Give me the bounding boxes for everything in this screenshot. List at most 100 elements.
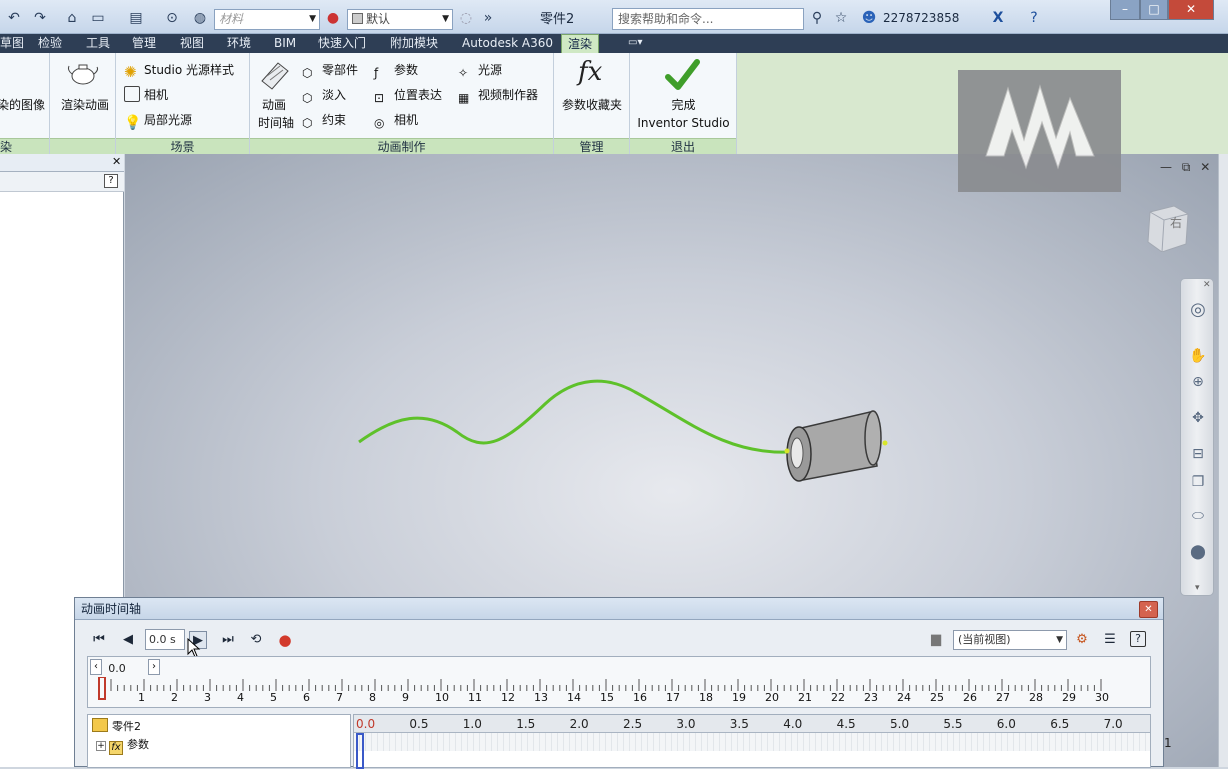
tree-child-item[interactable]: + fx 参数 — [96, 736, 149, 755]
video-producer-button[interactable]: ▦ 视频制作器 — [458, 86, 538, 107]
look-around-icon[interactable]: ⬤ — [1189, 543, 1207, 561]
tab-a360[interactable]: Autodesk A360 — [462, 34, 553, 53]
more-icon[interactable]: » — [478, 8, 498, 28]
view-select[interactable]: (当前视图) ▼ — [953, 630, 1067, 650]
maximize-button[interactable]: □ — [1140, 0, 1168, 20]
camera-anim-button[interactable]: ◎ 相机 — [374, 111, 418, 132]
param-favorites-label[interactable]: 参数收藏夹 — [556, 97, 628, 114]
expand-icon[interactable]: + — [96, 741, 106, 751]
component-anim-button[interactable]: ⬡ 零部件 — [302, 61, 358, 82]
orbit-icon[interactable]: ✥ — [1189, 409, 1207, 427]
undo-icon[interactable]: ↶ — [4, 8, 24, 28]
viewcube-icon — [1147, 205, 1189, 253]
animation-track-area[interactable]: 0.0 0.5 1.0 1.5 2.0 2.5 3.0 3.5 4.0 4.5 5.0 5.5 6.0 6… — [353, 714, 1151, 769]
browser-help-icon[interactable]: ? — [104, 174, 118, 188]
camera-view-icon[interactable]: ▆ — [927, 631, 945, 649]
timeline-label-2[interactable]: 时间轴 — [254, 115, 298, 132]
viewport-minimize-icon[interactable]: — — [1160, 160, 1172, 174]
panel-toggle-icon[interactable]: ▭▾ — [628, 34, 642, 53]
exchange-icon[interactable]: X — [988, 8, 1008, 28]
viewport-close-icon[interactable]: ✕ — [1200, 160, 1210, 174]
viewcube[interactable]: 右 — [1144, 200, 1192, 253]
clear-override-icon[interactable]: ◌ — [456, 8, 476, 28]
timeline-icon[interactable] — [258, 59, 292, 91]
tab-sketch[interactable]: 草图 — [0, 34, 24, 53]
timeline-help-icon[interactable]: ? — [1130, 631, 1146, 647]
tab-getting-started[interactable]: 快速入门 — [318, 34, 366, 53]
render-animation-label[interactable]: 渲染动画 — [56, 97, 114, 114]
manage-group-label: 管理 — [554, 138, 629, 154]
record-icon[interactable]: ● — [276, 631, 294, 649]
track-playhead[interactable] — [356, 733, 364, 769]
viewport-scrollbar[interactable] — [1218, 154, 1228, 767]
play-reverse-icon[interactable]: ◀ — [119, 631, 137, 649]
go-to-end-icon[interactable]: ⏭ — [219, 631, 237, 649]
close-button[interactable]: ✕ — [1168, 0, 1214, 20]
light-anim-button[interactable]: ✧ 光源 — [458, 61, 502, 82]
view-select-value: (当前视图) — [958, 633, 1011, 646]
view-face-icon[interactable]: ❐ — [1189, 473, 1207, 491]
steering-wheel-icon[interactable]: ◎ — [1189, 301, 1207, 319]
pan-icon[interactable]: ✋ — [1189, 347, 1207, 365]
ruler-label: 16 — [633, 691, 647, 704]
zoom-icon[interactable]: ⊕ — [1189, 373, 1207, 391]
parameter-anim-button[interactable]: ƒ 参数 — [374, 61, 418, 82]
appearance-combo[interactable]: 默认 ▼ — [347, 9, 453, 30]
minimize-button[interactable]: – — [1110, 0, 1140, 20]
fade-button[interactable]: ⬡ 淡入 — [302, 86, 346, 107]
teapot-icon[interactable] — [66, 57, 100, 89]
time-input[interactable]: 0.0 s — [145, 629, 185, 650]
help-icon[interactable]: ? — [1024, 8, 1044, 28]
look-at-icon[interactable]: ⊟ — [1189, 445, 1207, 463]
redo-icon[interactable]: ↷ — [30, 8, 50, 28]
tab-addins[interactable]: 附加模块 — [390, 34, 438, 53]
tab-manage[interactable]: 管理 — [132, 34, 156, 53]
select-icon[interactable]: ⊙ — [162, 8, 182, 28]
timeline-label-1[interactable]: 动画 — [254, 97, 294, 114]
tab-bim[interactable]: BIM — [274, 34, 296, 53]
navbar-close-icon[interactable]: ✕ — [1203, 280, 1211, 290]
finish-label-2[interactable]: Inventor Studio — [630, 115, 737, 132]
material-combo[interactable]: 材料 ▼ — [214, 9, 320, 30]
binoculars-icon[interactable]: ⚲ — [808, 8, 826, 28]
scene-group-label: 场景 — [116, 138, 249, 154]
open-icon[interactable]: ▭ — [88, 8, 108, 28]
tab-view[interactable]: 视图 — [180, 34, 204, 53]
viewport-restore-icon[interactable]: ⧉ — [1182, 160, 1191, 174]
constraint-anim-button[interactable]: ⬡ 约束 — [302, 111, 346, 132]
bulb-icon: 💡 — [124, 115, 142, 131]
navbar-menu-icon[interactable]: ▾ — [1195, 583, 1200, 593]
studio-lighting-button[interactable]: ✺ Studio 光源样式 — [124, 61, 234, 81]
globe-icon[interactable]: ◍ — [190, 8, 210, 28]
update-icon[interactable]: ▤ — [126, 8, 146, 28]
go-to-start-icon[interactable]: ⏮ — [90, 631, 108, 649]
favorite-star-icon[interactable]: ☆ — [832, 8, 850, 28]
user-icon[interactable]: ☻ — [860, 8, 878, 28]
tab-tools[interactable]: 工具 — [86, 34, 110, 53]
checkmark-icon[interactable] — [664, 57, 700, 93]
expand-editor-icon[interactable]: ☰ — [1101, 631, 1119, 649]
home-icon[interactable]: ⌂ — [62, 8, 82, 28]
render-image-label[interactable]: 染的图像 — [0, 97, 46, 114]
ruler-label: 21 — [798, 691, 812, 704]
repeat-icon[interactable]: ⟲ — [247, 631, 265, 649]
camera-button[interactable]: 相机 — [124, 86, 168, 103]
tab-inspect[interactable]: 检验 — [38, 34, 62, 53]
user-name[interactable]: 2278723858 — [883, 11, 959, 25]
timeline-close-button[interactable]: ✕ — [1139, 601, 1158, 618]
tree-root-item[interactable]: 零件2 — [92, 718, 141, 734]
zoom-in-icon[interactable]: › — [148, 659, 160, 675]
tab-render[interactable]: 渲染 — [561, 34, 600, 53]
color-wheel-icon[interactable]: ● — [323, 8, 343, 28]
finish-label-1[interactable]: 完成 — [630, 97, 737, 114]
animation-options-icon[interactable]: ⚙ — [1073, 631, 1091, 649]
walk-icon[interactable]: ⬭ — [1189, 507, 1207, 525]
tab-environment[interactable]: 环境 — [227, 34, 251, 53]
fx-icon[interactable]: fx — [578, 57, 602, 87]
help-search-input[interactable]: 搜索帮助和命令... — [612, 8, 804, 30]
positional-rep-button[interactable]: ⊡ 位置表达 — [374, 86, 442, 107]
ruler-label: 20 — [765, 691, 779, 704]
browser-close-icon[interactable]: ✕ — [112, 155, 121, 168]
track-row[interactable] — [354, 733, 1150, 751]
local-light-button[interactable]: 💡 局部光源 — [124, 111, 192, 131]
